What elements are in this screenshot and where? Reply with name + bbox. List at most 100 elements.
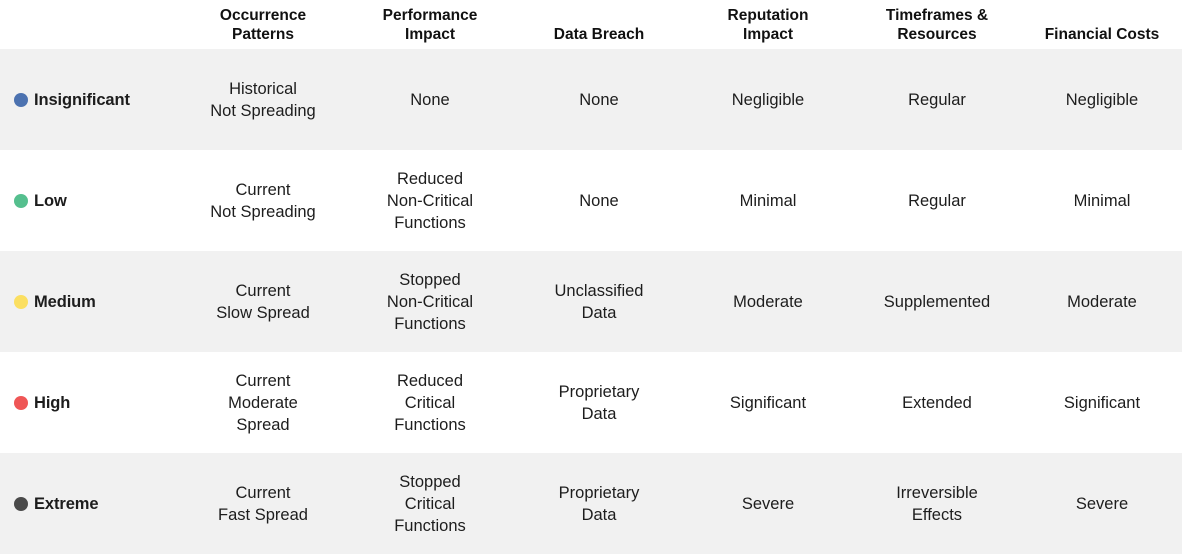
cell-text-line: Effects — [911, 505, 963, 524]
severity-dot-icon — [14, 294, 28, 309]
cell-text: Extended — [856, 392, 1018, 414]
cell-occurrence-patterns: Historical Not Spreading — [180, 49, 346, 150]
cell-text: Significant — [1026, 392, 1178, 414]
cell-text-line: Severe — [741, 494, 795, 513]
cell-text-line: Data — [581, 303, 617, 322]
cell-financial-costs: Significant — [1022, 352, 1182, 453]
cell-text-line: Severe — [1075, 494, 1129, 513]
cell-text: Irreversible Effects — [856, 482, 1018, 526]
cell-text-line: Non-Critical — [386, 191, 474, 210]
cell-timeframes-resources: Regular — [852, 150, 1022, 251]
cell-text: Historical Not Spreading — [184, 78, 342, 122]
cell-reputation-impact: Minimal — [684, 150, 852, 251]
cell-occurrence-patterns: Current Fast Spread — [180, 453, 346, 554]
cell-text-line: Extended — [902, 393, 972, 412]
severity-level-cell: Extreme — [0, 453, 180, 554]
cell-text: Moderate — [688, 291, 848, 313]
severity-dot-icon — [14, 92, 28, 107]
table-body: Insignificant Historical Not Spreading None… — [0, 49, 1182, 554]
cell-text: Negligible — [688, 89, 848, 111]
cell-text: Proprietary Data — [518, 482, 680, 526]
cell-text: Current Slow Spread — [184, 280, 342, 324]
risk-severity-matrix-table: Occurrence Patterns Performance Impact Dat… — [0, 0, 1182, 554]
cell-performance-impact: Stopped Non-Critical Functions — [346, 251, 514, 352]
cell-text: Severe — [688, 493, 848, 515]
cell-text-line: Spread — [236, 415, 290, 434]
cell-data-breach: Proprietary Data — [514, 453, 684, 554]
cell-reputation-impact: Severe — [684, 453, 852, 554]
cell-text-line: Functions — [394, 516, 466, 535]
cell-financial-costs: Severe — [1022, 453, 1182, 554]
table-row: High Current Moderate Spread Reduced Critical… — [0, 352, 1182, 453]
cell-text-line: Proprietary — [558, 483, 640, 502]
table-header-row: Occurrence Patterns Performance Impact Dat… — [0, 0, 1182, 49]
cell-text-line: Slow Spread — [216, 303, 310, 322]
cell-text-line: Significant — [1063, 393, 1141, 412]
cell-data-breach: None — [514, 150, 684, 251]
cell-text-line: Current — [235, 180, 291, 199]
cell-financial-costs: Negligible — [1022, 49, 1182, 150]
cell-occurrence-patterns: Current Not Spreading — [180, 150, 346, 251]
cell-text: Regular — [856, 89, 1018, 111]
cell-data-breach: None — [514, 49, 684, 150]
cell-text-line: Minimal — [739, 191, 797, 210]
column-header-line: Patterns — [231, 26, 295, 43]
cell-text-line: Critical — [404, 494, 456, 513]
column-header-line: Performance — [382, 7, 478, 24]
severity-level-label: High — [34, 393, 71, 412]
cell-text-line: Moderate — [228, 393, 298, 412]
cell-text: Current Moderate Spread — [184, 370, 342, 436]
cell-occurrence-patterns: Current Moderate Spread — [180, 352, 346, 453]
column-header-data-breach: Data Breach — [514, 0, 684, 49]
cell-reputation-impact: Negligible — [684, 49, 852, 150]
severity-level-cell: Medium — [0, 251, 180, 352]
cell-text-line: Regular — [908, 191, 966, 210]
cell-text-line: Fast Spread — [218, 505, 308, 524]
cell-text-line: Non-Critical — [386, 292, 474, 311]
cell-performance-impact: Reduced Non-Critical Functions — [346, 150, 514, 251]
cell-occurrence-patterns: Current Slow Spread — [180, 251, 346, 352]
severity-level-cell: Insignificant — [0, 49, 180, 150]
cell-text-line: Moderate — [733, 292, 803, 311]
cell-text-line: Current — [235, 483, 291, 502]
cell-text-line: Proprietary — [558, 382, 640, 401]
cell-text: None — [518, 89, 680, 111]
column-header-line: Impact — [743, 26, 793, 43]
table-row: Insignificant Historical Not Spreading None… — [0, 49, 1182, 150]
cell-text-line: None — [579, 191, 619, 210]
cell-text-line: Stopped — [399, 472, 461, 491]
cell-text-line: Unclassified — [554, 281, 644, 300]
cell-text: Proprietary Data — [518, 381, 680, 425]
cell-text-line: Data — [581, 404, 617, 423]
cell-text-line: Regular — [908, 90, 966, 109]
cell-timeframes-resources: Extended — [852, 352, 1022, 453]
severity-level-label: Extreme — [34, 494, 99, 513]
cell-text: None — [518, 190, 680, 212]
severity-dot-icon — [14, 496, 28, 511]
cell-text-line: Critical — [404, 393, 456, 412]
column-header-line: Financial Costs — [1044, 26, 1160, 43]
severity-level-cell: Low — [0, 150, 180, 251]
severity-level-wrapper: Low — [14, 190, 176, 212]
cell-text-line: Data — [581, 505, 617, 524]
severity-level-wrapper: Extreme — [14, 493, 176, 515]
cell-text-line: Reduced — [396, 169, 464, 188]
cell-text-line: Minimal — [1073, 191, 1131, 210]
cell-text: Stopped Non-Critical Functions — [350, 269, 510, 335]
cell-text-line: Stopped — [399, 270, 461, 289]
cell-text-line: Negligible — [731, 90, 805, 109]
table-row: Extreme Current Fast Spread Stopped Critical… — [0, 453, 1182, 554]
severity-dot-icon — [14, 193, 28, 208]
severity-level-wrapper: High — [14, 392, 176, 414]
cell-financial-costs: Moderate — [1022, 251, 1182, 352]
column-header-timeframes-resources: Timeframes & Resources — [852, 0, 1022, 49]
cell-text: Current Fast Spread — [184, 482, 342, 526]
cell-text: Moderate — [1026, 291, 1178, 313]
cell-text: Significant — [688, 392, 848, 414]
severity-level-wrapper: Insignificant — [14, 89, 176, 111]
cell-text-line: None — [579, 90, 619, 109]
cell-performance-impact: None — [346, 49, 514, 150]
severity-level-label: Insignificant — [34, 90, 130, 109]
table-row: Low Current Not Spreading Reduced Non-Critic… — [0, 150, 1182, 251]
cell-text: Minimal — [688, 190, 848, 212]
